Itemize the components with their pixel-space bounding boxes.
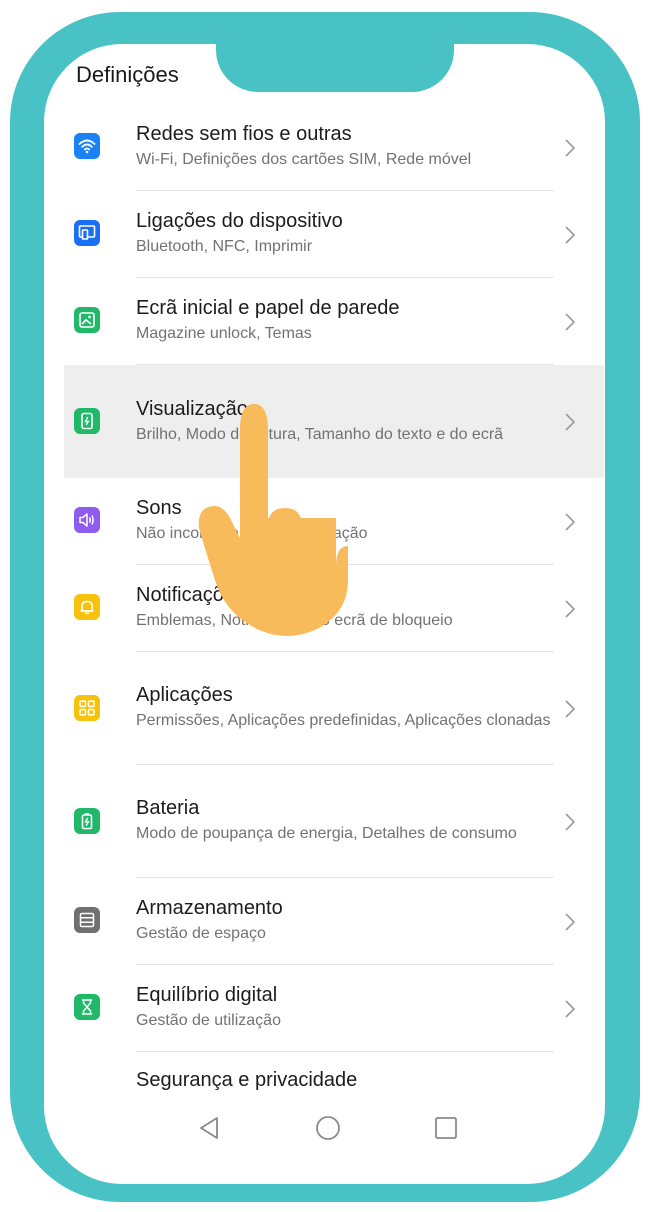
settings-item-subtitle: Bluetooth, NFC, Imprimir [136, 238, 313, 255]
page-title: Definições [76, 62, 179, 87]
settings-item-title: Armazenamento [136, 897, 283, 919]
wifi-icon [74, 133, 100, 159]
sound-icon [74, 507, 100, 533]
settings-item-title: Segurança e privacidade [136, 1069, 358, 1091]
chevron-right-icon [565, 912, 576, 931]
notification-bell-icon [74, 594, 100, 620]
home-icon[interactable] [314, 1114, 342, 1142]
chevron-right-icon [565, 599, 576, 618]
settings-item-title: Ligações do dispositivo [136, 210, 343, 232]
chevron-right-icon [565, 225, 576, 244]
apps-grid-icon [74, 695, 100, 721]
settings-item-subtitle: Modo de poupança de energia, Detalhes de… [136, 825, 517, 842]
settings-item-digital-balance[interactable]: Equilíbrio digital Gestão de utilização [64, 965, 604, 1052]
settings-item-subtitle: Wi-Fi, Definições dos cartões SIM, Rede … [136, 151, 472, 168]
settings-item-wireless-networks[interactable]: Redes sem fios e outras Wi-Fi, Definiçõe… [64, 104, 604, 191]
pointing-hand-icon [198, 404, 348, 636]
settings-item-subtitle: Permissões, Aplicações predefinidas, Apl… [136, 712, 551, 729]
settings-item-battery[interactable]: Bateria Modo de poupança de energia, Det… [64, 765, 604, 878]
chevron-right-icon [565, 138, 576, 157]
chevron-right-icon [565, 512, 576, 531]
settings-item-title: Equilíbrio digital [136, 984, 278, 1006]
phone-notch [216, 44, 454, 92]
settings-item-applications[interactable]: Aplicações Permissões, Aplicações predef… [64, 652, 604, 765]
settings-item-subtitle: Gestão de utilização [136, 1012, 281, 1029]
settings-item-home-screen-wallpaper[interactable]: Ecrã inicial e papel de parede Magazine … [64, 278, 604, 365]
recents-icon[interactable] [432, 1114, 460, 1142]
settings-item-title: Aplicações [136, 684, 233, 706]
settings-item-device-connections[interactable]: Ligações do dispositivo Bluetooth, NFC, … [64, 191, 604, 278]
chevron-right-icon [565, 312, 576, 331]
chevron-right-icon [565, 812, 576, 831]
chevron-right-icon [565, 999, 576, 1018]
hourglass-icon [74, 994, 100, 1020]
back-icon[interactable] [196, 1114, 224, 1142]
settings-item-title: Ecrã inicial e papel de parede [136, 297, 400, 319]
settings-item-subtitle: Gestão de espaço [136, 925, 266, 942]
storage-icon [74, 907, 100, 933]
display-icon [74, 408, 100, 434]
settings-item-storage[interactable]: Armazenamento Gestão de espaço [64, 878, 604, 965]
battery-icon [74, 808, 100, 834]
chevron-right-icon [565, 699, 576, 718]
settings-item-title: Redes sem fios e outras [136, 123, 352, 145]
settings-item-title: Bateria [136, 797, 200, 819]
settings-item-subtitle: Magazine unlock, Temas [136, 325, 312, 342]
device-connection-icon [74, 220, 100, 246]
chevron-right-icon [565, 412, 576, 431]
settings-item-security-privacy[interactable]: Segurança e privacidade [64, 1052, 604, 1112]
wallpaper-icon [74, 307, 100, 333]
